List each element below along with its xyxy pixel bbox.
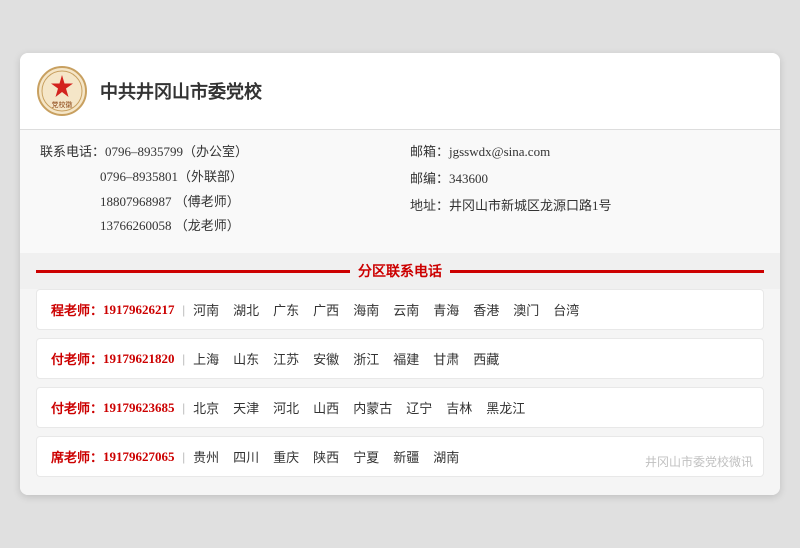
region-list: 贵州四川重庆陕西宁夏新疆湖南 bbox=[193, 447, 459, 466]
address-value: 井冈山市新城区龙源口路1号 bbox=[449, 196, 612, 217]
postcode-row: 邮编： 343600 bbox=[410, 169, 760, 190]
phone-number: 19179621820 bbox=[103, 351, 175, 367]
region-item: 浙江 bbox=[353, 349, 379, 368]
region-item: 河北 bbox=[273, 398, 299, 417]
teacher-name: 席老师： bbox=[51, 447, 103, 466]
region-item: 天津 bbox=[233, 398, 259, 417]
region-item: 澳门 bbox=[513, 300, 539, 319]
region-item: 青海 bbox=[433, 300, 459, 319]
region-item: 辽宁 bbox=[406, 398, 432, 417]
district-list: 程老师：19179626217 | 河南湖北广东广西海南云南青海香港澳门台湾付老师：… bbox=[20, 289, 780, 495]
district-item: 付老师：19179621820 | 上海山东江苏安徽浙江福建甘肃西藏 bbox=[36, 338, 764, 379]
region-item: 湖北 bbox=[233, 300, 259, 319]
region-item: 安徽 bbox=[313, 349, 339, 368]
phone-row-1: 联系电话： 0796–8935799（办公室） bbox=[40, 142, 390, 163]
district-item: 程老师：19179626217 | 河南湖北广东广西海南云南青海香港澳门台湾 bbox=[36, 289, 764, 330]
region-item: 内蒙古 bbox=[353, 398, 392, 417]
district-item: 席老师：19179627065 | 贵州四川重庆陕西宁夏新疆湖南 井冈山市委党校微讯 bbox=[36, 436, 764, 477]
phone-label: 联系电话： bbox=[40, 142, 105, 163]
phone-number: 19179626217 bbox=[103, 302, 175, 318]
region-item: 西藏 bbox=[473, 349, 499, 368]
org-logo: 党校徽 bbox=[36, 65, 88, 117]
region-item: 云南 bbox=[393, 300, 419, 319]
phone-value-4: 13766260058 （龙老师） bbox=[100, 218, 240, 233]
region-item: 江苏 bbox=[273, 349, 299, 368]
contact-left: 联系电话： 0796–8935799（办公室） 0796–8935801（外联部… bbox=[40, 142, 390, 241]
section-header: 分区联系电话 bbox=[20, 253, 780, 289]
divider: | bbox=[183, 302, 186, 318]
watermark: 井冈山市委党校微讯 bbox=[645, 453, 753, 470]
address-row: 地址： 井冈山市新城区龙源口路1号 bbox=[410, 196, 760, 217]
teacher-name: 付老师： bbox=[51, 349, 103, 368]
region-item: 北京 bbox=[193, 398, 219, 417]
phone-row-2: 0796–8935801（外联部） bbox=[40, 167, 390, 188]
divider: | bbox=[183, 400, 186, 416]
region-item: 吉林 bbox=[446, 398, 472, 417]
region-item: 河南 bbox=[193, 300, 219, 319]
region-item: 湖南 bbox=[433, 447, 459, 466]
contact-section: 联系电话： 0796–8935799（办公室） 0796–8935801（外联部… bbox=[20, 130, 780, 253]
phone-number: 19179627065 bbox=[103, 449, 175, 465]
region-item: 新疆 bbox=[393, 447, 419, 466]
region-list: 上海山东江苏安徽浙江福建甘肃西藏 bbox=[193, 349, 499, 368]
main-card: 党校徽 中共井冈山市委党校 联系电话： 0796–8935799（办公室） 07… bbox=[20, 53, 780, 495]
phone-row-4: 13766260058 （龙老师） bbox=[40, 216, 390, 237]
phone-row-3: 18807968987 （傅老师） bbox=[40, 192, 390, 213]
region-item: 广西 bbox=[313, 300, 339, 319]
email-row: 邮箱： jgsswdx@sina.com bbox=[410, 142, 760, 163]
teacher-name: 付老师： bbox=[51, 398, 103, 417]
region-item: 海南 bbox=[353, 300, 379, 319]
teacher-name: 程老师： bbox=[51, 300, 103, 319]
region-list: 北京天津河北山西内蒙古辽宁吉林黑龙江 bbox=[193, 398, 525, 417]
region-item: 上海 bbox=[193, 349, 219, 368]
divider: | bbox=[183, 449, 186, 465]
region-item: 陕西 bbox=[313, 447, 339, 466]
region-item: 甘肃 bbox=[433, 349, 459, 368]
divider: | bbox=[183, 351, 186, 367]
region-item: 香港 bbox=[473, 300, 499, 319]
region-item: 台湾 bbox=[553, 300, 579, 319]
email-label: 邮箱： bbox=[410, 142, 449, 163]
phone-number: 19179623685 bbox=[103, 400, 175, 416]
region-item: 贵州 bbox=[193, 447, 219, 466]
region-item: 黑龙江 bbox=[486, 398, 525, 417]
phone-value-3: 18807968987 （傅老师） bbox=[100, 194, 240, 209]
phone-value-2: 0796–8935801（外联部） bbox=[100, 169, 243, 184]
region-item: 广东 bbox=[273, 300, 299, 319]
org-title: 中共井冈山市委党校 bbox=[100, 78, 262, 104]
region-item: 福建 bbox=[393, 349, 419, 368]
contact-right: 邮箱： jgsswdx@sina.com 邮编： 343600 地址： 井冈山市… bbox=[390, 142, 760, 241]
header: 党校徽 中共井冈山市委党校 bbox=[20, 53, 780, 130]
postcode-label: 邮编： bbox=[410, 169, 449, 190]
svg-text:党校徽: 党校徽 bbox=[52, 100, 73, 109]
phone-value-1: 0796–8935799（办公室） bbox=[105, 142, 248, 163]
email-value: jgsswdx@sina.com bbox=[449, 142, 550, 163]
right-red-line bbox=[450, 270, 764, 273]
region-item: 山西 bbox=[313, 398, 339, 417]
district-item: 付老师：19179623685 | 北京天津河北山西内蒙古辽宁吉林黑龙江 bbox=[36, 387, 764, 428]
region-item: 山东 bbox=[233, 349, 259, 368]
address-label: 地址： bbox=[410, 196, 449, 217]
region-item: 重庆 bbox=[273, 447, 299, 466]
region-item: 宁夏 bbox=[353, 447, 379, 466]
section-title: 分区联系电话 bbox=[358, 261, 442, 281]
region-item: 四川 bbox=[233, 447, 259, 466]
left-red-line bbox=[36, 270, 350, 273]
region-list: 河南湖北广东广西海南云南青海香港澳门台湾 bbox=[193, 300, 579, 319]
postcode-value: 343600 bbox=[449, 169, 488, 190]
